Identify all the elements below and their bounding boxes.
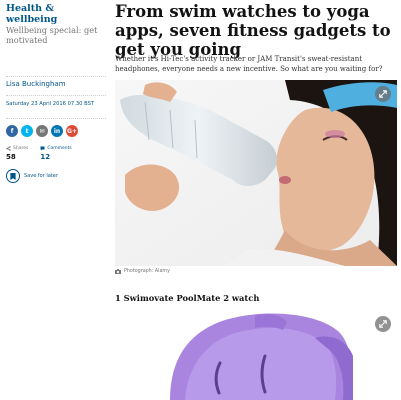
publish-date: Saturday 23 April 2016 07.30 BST [6,101,95,107]
shares-label: Shares [13,146,29,151]
comments-label: Comments [47,146,72,151]
expand-icon [379,320,387,328]
camera-icon [115,269,121,274]
swim-watch-illustration [115,308,397,400]
section-label[interactable]: Health & wellbeing [6,3,106,25]
series-label[interactable]: Wellbeing special: get motivated [6,25,106,45]
googleplus-share-button[interactable]: G+ [66,125,78,137]
expand-icon [379,90,387,98]
hero-illustration [115,80,397,266]
byline[interactable]: Lisa Buckingham [6,80,66,88]
comments-count[interactable]: Comments 12 [40,146,71,161]
image-caption: Photograph: Alamy [115,269,170,274]
share-counts: Shares 58 Comments 12 [6,146,72,161]
hero-image[interactable] [115,80,397,266]
headline: From swim watches to yoga apps, seven fi… [115,2,391,59]
divider [6,76,106,77]
linkedin-share-button[interactable]: in [51,125,63,137]
product-image[interactable] [115,308,397,400]
linkedin-icon: in [53,127,61,135]
divider [6,118,106,119]
share-buttons: f t ✉ in G+ [6,125,78,137]
item-heading: 1 Swimovate PoolMate 2 watch [115,293,260,303]
section-header: Health & wellbeing Wellbeing special: ge… [6,0,106,45]
save-for-later-button[interactable]: Save for later [6,169,58,183]
facebook-share-button[interactable]: f [6,125,18,137]
save-for-later-label: Save for later [24,173,58,179]
twitter-share-button[interactable]: t [21,125,33,137]
divider [6,95,106,96]
expand-image-button[interactable] [375,86,391,102]
facebook-icon: f [10,127,14,135]
comment-icon [40,146,45,151]
share-icon [6,146,11,151]
expand-image-button[interactable] [375,316,391,332]
twitter-icon: t [25,127,29,135]
googleplus-icon: G+ [67,127,77,135]
standfirst: Whether it's Hi-Tec's activity tracker o… [115,55,383,73]
email-icon: ✉ [39,127,45,135]
comments-value: 12 [40,153,51,161]
shares-value: 58 [6,153,16,161]
shares-count: Shares 58 [6,146,28,161]
email-share-button[interactable]: ✉ [36,125,48,137]
bookmark-icon [6,169,20,183]
caption-text: Photograph: Alamy [124,269,170,274]
